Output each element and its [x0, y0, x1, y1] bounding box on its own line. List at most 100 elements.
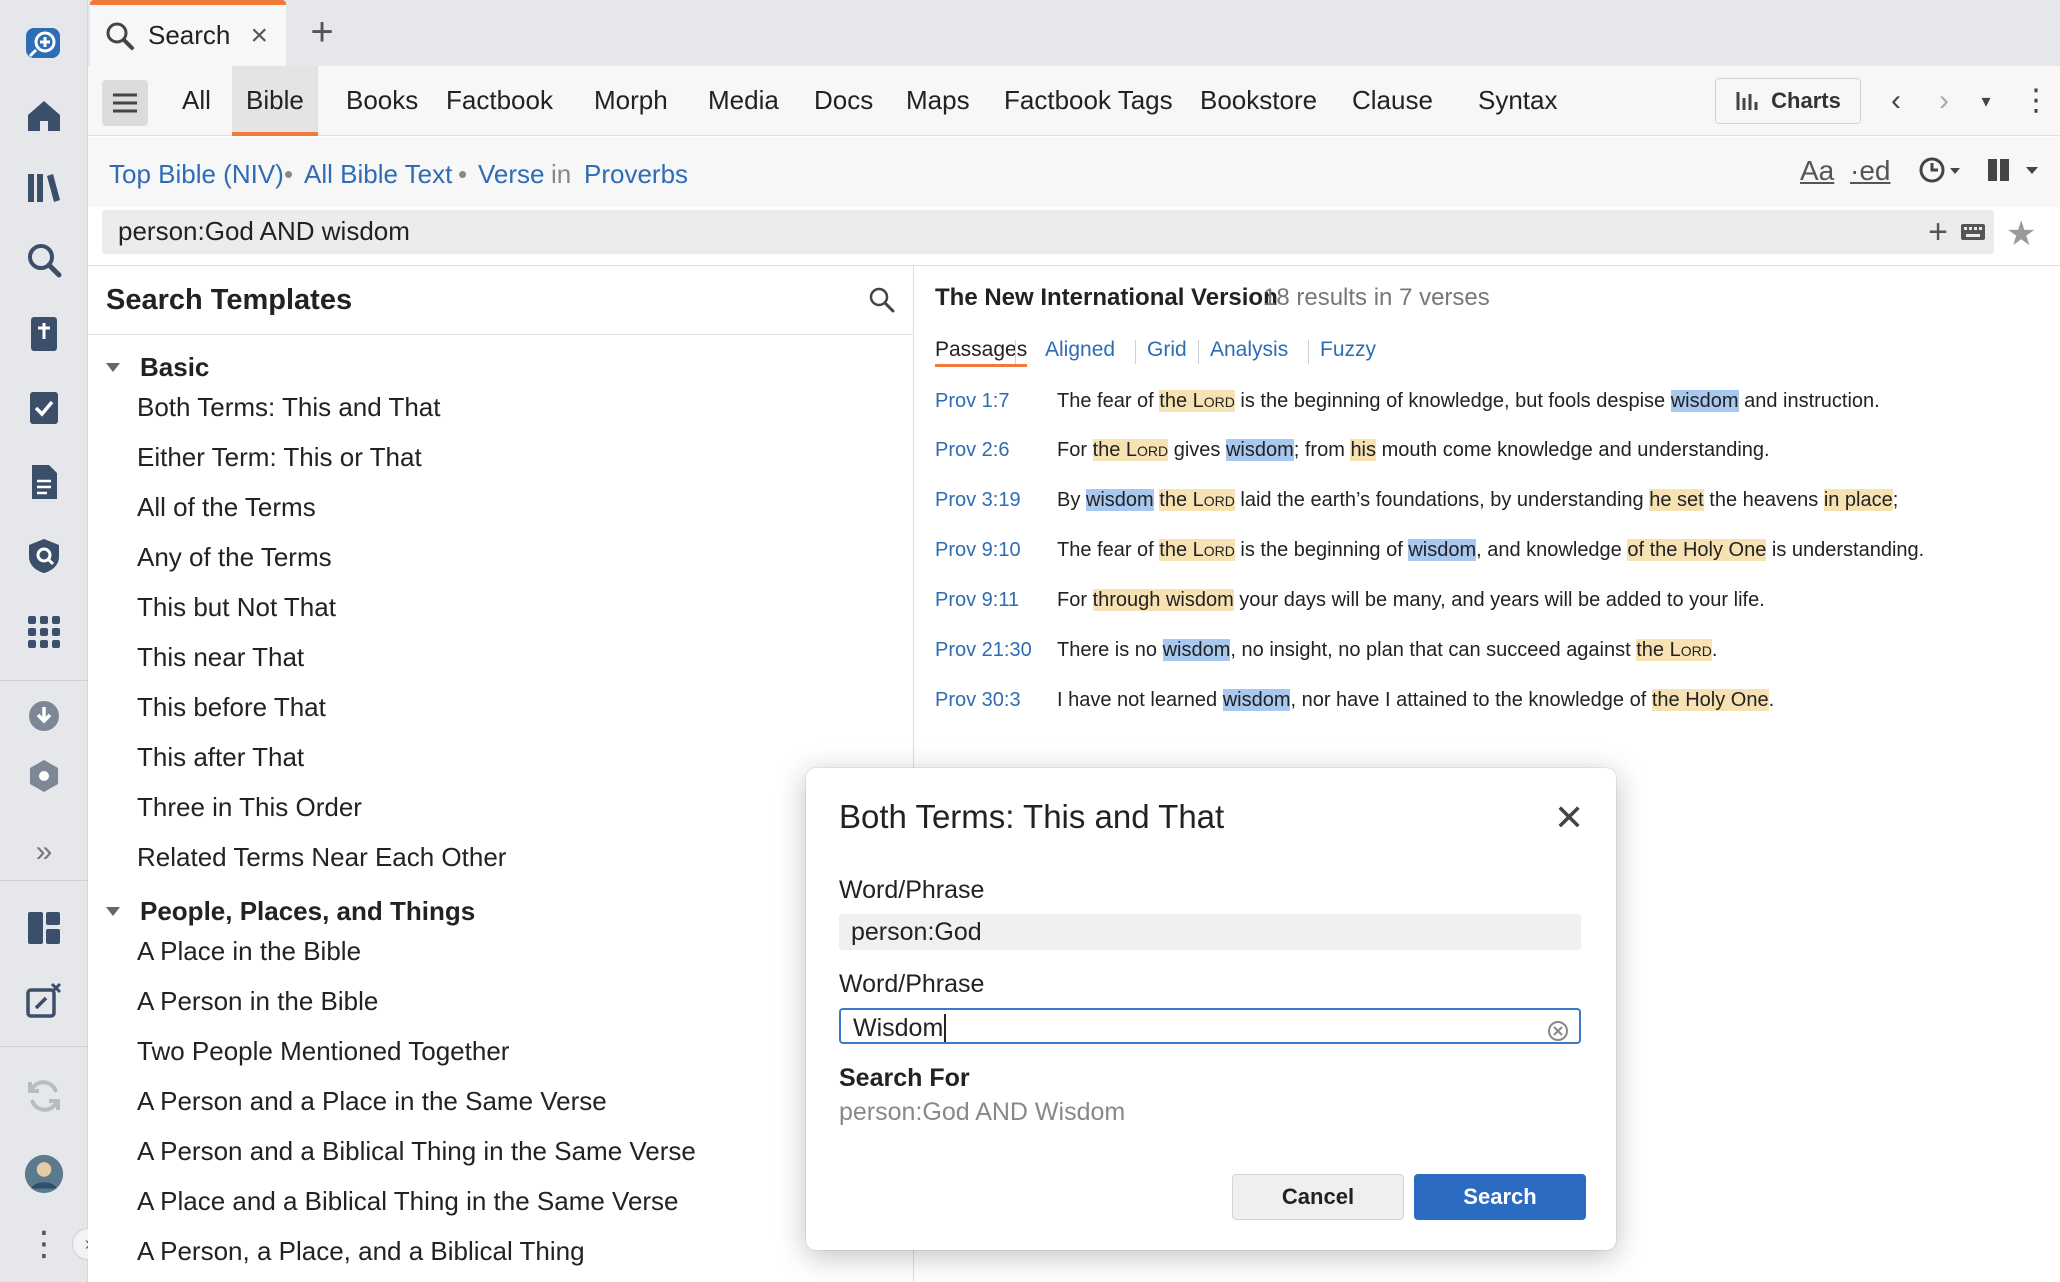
verse-reference-link[interactable]: Prov 21:30 — [935, 639, 1032, 662]
verse-reference-link[interactable]: Prov 2:6 — [935, 439, 1009, 462]
forward-arrow-icon[interactable]: › — [1926, 84, 1962, 118]
template-item[interactable]: This before That — [137, 692, 326, 723]
apps-grid-icon[interactable] — [22, 610, 66, 654]
settings-shield-icon[interactable] — [22, 754, 66, 798]
template-item[interactable]: This but Not That — [137, 592, 336, 623]
add-query-icon[interactable]: + — [1928, 210, 1948, 254]
tab-bible[interactable]: Bible — [232, 66, 318, 136]
tab-morph[interactable]: Morph — [580, 66, 682, 136]
home-icon[interactable] — [22, 94, 66, 138]
results-tab-fuzzy[interactable]: Fuzzy — [1320, 338, 1376, 362]
library-icon[interactable] — [22, 166, 66, 210]
scope-bible-link[interactable]: Top Bible (NIV) — [109, 159, 284, 190]
template-item[interactable]: A Place in the Bible — [137, 936, 361, 967]
tab-factbook-tags[interactable]: Factbook Tags — [990, 66, 1187, 136]
search-templates-title: Search Templates — [106, 284, 353, 316]
template-item[interactable]: Three in This Order — [137, 792, 362, 823]
tab-clause[interactable]: Clause — [1338, 66, 1447, 136]
resource-type-bar: All Bible Books Factbook Morph Media Doc… — [88, 66, 2060, 136]
template-item[interactable]: This after That — [137, 742, 304, 773]
search-icon[interactable] — [22, 238, 66, 282]
search-templates-panel: Search Templates Basic Both Terms: This … — [88, 266, 914, 1282]
bible-icon[interactable] — [22, 312, 66, 356]
search-query-input[interactable]: person:God AND wisdom + — [102, 210, 1994, 254]
search-icon[interactable] — [868, 286, 896, 319]
template-item[interactable]: All of the Terms — [137, 492, 316, 523]
tab-books[interactable]: Books — [332, 66, 432, 136]
new-tab-icon[interactable]: + — [302, 12, 342, 52]
verse-text: For the Lord gives wisdom; from his mout… — [1057, 439, 1770, 461]
tab-media[interactable]: Media — [694, 66, 793, 136]
results-tab-passages[interactable]: Passages — [935, 338, 1028, 367]
avatar[interactable] — [22, 1152, 66, 1196]
left-rail: » ⋮ › — [0, 0, 104, 1282]
favorite-star-icon[interactable]: ★ — [2006, 214, 2036, 254]
expand-rail-icon[interactable]: » — [22, 830, 66, 874]
template-item[interactable]: Either Term: This or That — [137, 442, 422, 473]
back-arrow-icon[interactable]: ‹ — [1878, 84, 1914, 118]
verse-text: For through wisdom your days will be man… — [1057, 589, 1765, 611]
results-tab-aligned[interactable]: Aligned — [1045, 338, 1115, 362]
tab-label: Search — [148, 20, 231, 50]
scope-book-link[interactable]: Proverbs — [584, 159, 688, 190]
history-dropdown-icon[interactable]: ▾ — [1968, 84, 2004, 118]
inflected-forms-icon[interactable]: ·ed — [1850, 155, 1890, 187]
template-item[interactable]: A Person in the Bible — [137, 986, 378, 1017]
more-vertical-icon[interactable]: ⋮ — [22, 1222, 66, 1266]
template-item[interactable]: Related Terms Near Each Other — [137, 842, 506, 873]
close-icon[interactable]: ✕ — [1554, 800, 1584, 836]
scope-separator: • — [458, 159, 468, 189]
panel-menu-button[interactable] — [102, 80, 148, 126]
tab-search[interactable]: Search × — [90, 0, 286, 66]
tab-strip: Search × + — [88, 0, 2060, 66]
template-item[interactable]: This near That — [137, 642, 304, 673]
tab-syntax[interactable]: Syntax — [1464, 66, 1572, 136]
tab-bookstore[interactable]: Bookstore — [1186, 66, 1331, 136]
template-item[interactable]: A Person and a Place in the Same Verse — [137, 1086, 607, 1117]
panel-divider — [88, 334, 914, 335]
factbook-icon[interactable] — [22, 534, 66, 578]
results-tab-analysis[interactable]: Analysis — [1210, 338, 1288, 362]
options-clock-icon[interactable] — [1918, 155, 1962, 190]
word-phrase-input-1[interactable]: person:God — [839, 914, 1581, 950]
verse-reference-link[interactable]: Prov 3:19 — [935, 489, 1021, 512]
template-item[interactable]: Both Terms: This and That — [137, 392, 441, 423]
tab-all[interactable]: All — [168, 66, 225, 136]
template-item[interactable]: A Person and a Biblical Thing in the Sam… — [137, 1136, 696, 1167]
verse-reference-link[interactable]: Prov 9:11 — [935, 589, 1019, 612]
template-item[interactable]: A Person, a Place, and a Biblical Thing — [137, 1236, 585, 1267]
layouts-icon[interactable] — [22, 906, 66, 950]
sync-icon[interactable] — [22, 1074, 66, 1118]
close-tab-icon[interactable]: × — [250, 19, 268, 53]
logos-logo-icon[interactable] — [22, 22, 66, 66]
verse-reference-link[interactable]: Prov 9:10 — [935, 539, 1021, 562]
close-panels-icon[interactable] — [22, 978, 66, 1022]
scope-unit-link[interactable]: Verse — [478, 159, 545, 190]
tab-docs[interactable]: Docs — [800, 66, 887, 136]
more-vertical-icon[interactable]: ⋮ — [2018, 84, 2054, 118]
verse-reference-link[interactable]: Prov 1:7 — [935, 390, 1009, 413]
scope-separator: • — [284, 159, 294, 189]
template-group-basic[interactable]: Basic — [106, 352, 209, 383]
tab-factbook[interactable]: Factbook — [432, 66, 567, 136]
dialog-title: Both Terms: This and That — [839, 798, 1225, 835]
search-button[interactable]: Search — [1414, 1174, 1586, 1220]
scope-text-link[interactable]: All Bible Text — [304, 159, 452, 190]
documents-icon[interactable] — [22, 460, 66, 504]
template-item[interactable]: A Place and a Biblical Thing in the Same… — [137, 1186, 679, 1217]
clear-input-icon[interactable] — [1547, 1016, 1569, 1052]
reading-plan-icon[interactable] — [22, 386, 66, 430]
results-tab-grid[interactable]: Grid — [1147, 338, 1187, 362]
cancel-button[interactable]: Cancel — [1232, 1174, 1404, 1220]
verse-reference-link[interactable]: Prov 30:3 — [935, 689, 1021, 712]
tab-maps[interactable]: Maps — [892, 66, 984, 136]
word-phrase-input-2[interactable]: Wisdom — [839, 1008, 1581, 1044]
keyboard-icon[interactable] — [1960, 216, 1986, 251]
layout-columns-icon[interactable] — [1986, 157, 2040, 188]
template-item[interactable]: Any of the Terms — [137, 542, 332, 573]
template-group-people-places-things[interactable]: People, Places, and Things — [106, 896, 475, 927]
font-size-icon[interactable]: Aa — [1800, 155, 1834, 187]
download-icon[interactable] — [22, 694, 66, 738]
template-item[interactable]: Two People Mentioned Together — [137, 1036, 509, 1067]
charts-button[interactable]: Charts — [1715, 78, 1861, 124]
